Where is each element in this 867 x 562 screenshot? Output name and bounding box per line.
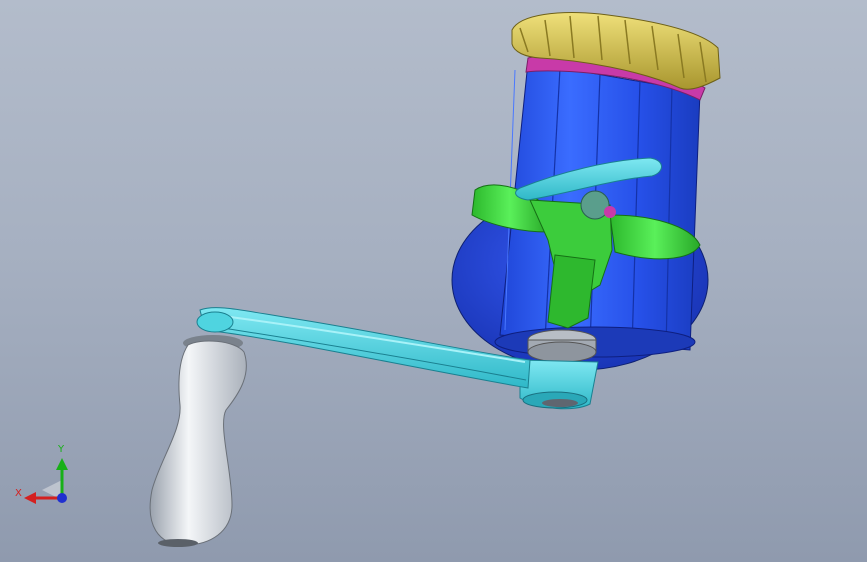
crank-handle-knob[interactable] [149,335,247,547]
axis-triad [24,458,68,504]
cad-viewport[interactable]: Y X [0,0,867,562]
z-axis-dot [57,493,67,503]
y-axis-label: Y [58,444,65,455]
model-canvas[interactable] [0,0,867,562]
y-axis-arrowhead [56,458,68,470]
x-axis-label: X [15,488,22,499]
x-axis-arrowhead [24,492,36,504]
crank-hub[interactable] [519,329,599,410]
